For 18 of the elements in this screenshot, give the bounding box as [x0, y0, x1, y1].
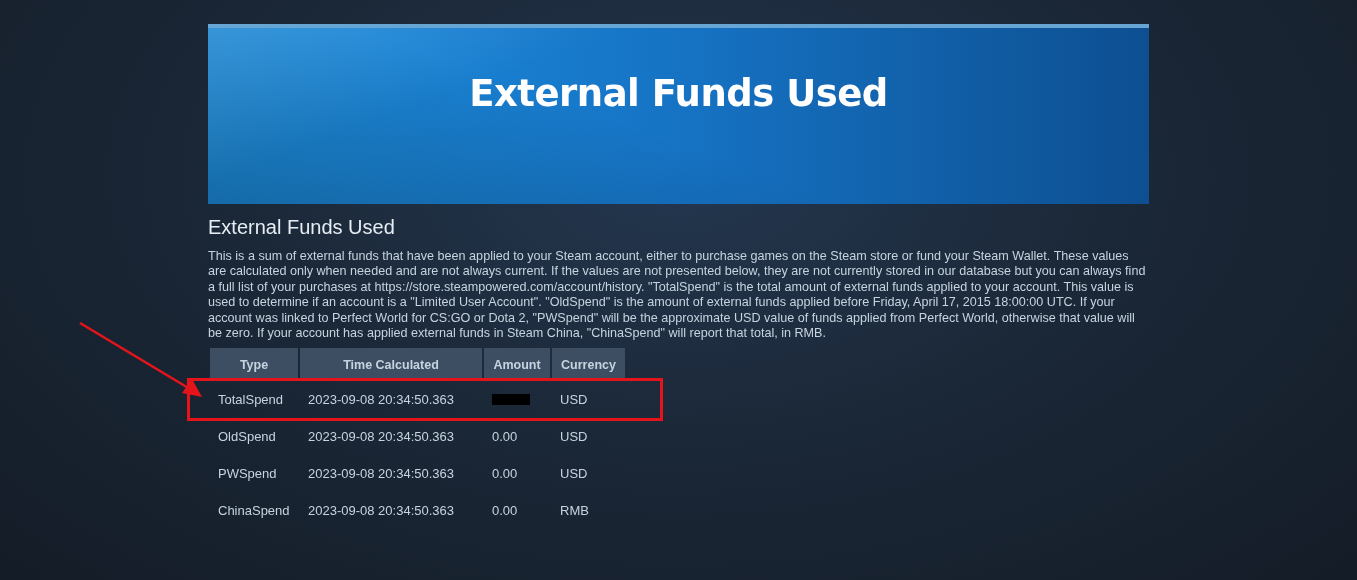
table-cell-text: PWSpend	[217, 465, 278, 484]
table-cell-text: 2023-09-08 20:34:50.363	[307, 502, 455, 521]
table-cell-text: RMB	[559, 502, 590, 521]
table-cell: 0.00	[492, 503, 518, 519]
table-cell-text: USD	[559, 391, 589, 410]
description-paragraph: This is a sum of external funds that have been applied to your Steam account, either to purchase games on the Steam store or fund your Steam Wallet. These values are calculated only when needed and are not always current. If the values are not presented below, they are not currently stored in our database but you can always find a full list of your purchases at https://store.steampowered.com/account/history. "TotalSpend" is the total amount of external funds applied to your account. This value is used to determine if an account is a "Limited User Account". "OldSpend" is the amount of external funds applied before Friday, April 17, 2015 18:00:00 UTC. If your account was linked to Perfect World for CS:GO or Dota 2, "PWSpend" will be the approximate USD value of funds applied from Perfect World, otherwise that value will be zero. If your account has applied external funds in Steam China, "ChinaSpend" will report that total, in RMB.	[208, 249, 1147, 342]
table-cell-text: 2023-09-08 20:34:50.363	[307, 428, 455, 447]
section-heading: External Funds Used	[208, 216, 396, 239]
table-cell-text: 2023-09-08 20:34:50.363	[307, 465, 455, 484]
table-cell-text: USD	[559, 465, 589, 484]
table-cell: TotalSpend	[210, 381, 298, 419]
table-cell: 0.00	[492, 466, 518, 482]
table-cell-text: OldSpend	[217, 428, 277, 447]
table-cell: 0.00	[492, 429, 518, 445]
table-cell-text: ChinaSpend	[217, 502, 291, 521]
table-cell-text: 2023-09-08 20:34:50.363	[307, 391, 455, 410]
table-cell-text: USD	[559, 428, 589, 447]
banner-title: External Funds Used	[469, 71, 888, 115]
